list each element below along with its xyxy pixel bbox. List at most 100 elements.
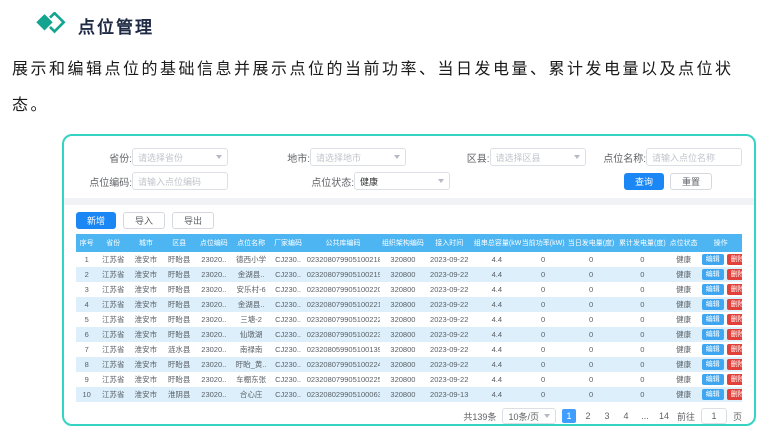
table-cell: 健康: [668, 312, 699, 327]
delete-button[interactable]: 删除: [727, 314, 742, 325]
column-header: 城市: [129, 234, 162, 252]
add-button[interactable]: 新增: [76, 212, 116, 229]
table-cell: 2023-09-22: [426, 342, 473, 357]
table-cell: 1: [76, 252, 97, 267]
table-cell: 023208079905100218: [306, 252, 381, 267]
delete-button[interactable]: 删除: [727, 374, 742, 385]
table-cell: 0: [565, 312, 616, 327]
table-cell: 盱眙县: [163, 312, 196, 327]
table-cell: 盱眙县: [163, 297, 196, 312]
column-header: 当日发电量(度): [565, 234, 616, 252]
table-cell: 0: [617, 312, 668, 327]
edit-button[interactable]: 编辑: [702, 299, 724, 310]
column-header: 操作: [699, 234, 742, 252]
table-cell: 江苏省: [97, 252, 129, 267]
table-cell: 320800: [380, 342, 425, 357]
table-cell: 023208079905100224: [306, 357, 381, 372]
table-cell: 淮安市: [129, 342, 162, 357]
table-cell: 320800: [380, 327, 425, 342]
export-button[interactable]: 导出: [172, 212, 214, 229]
table-cell: 023208079905100222: [306, 312, 381, 327]
edit-button[interactable]: 编辑: [702, 374, 724, 385]
page-ellipsis: ...: [638, 409, 652, 423]
page-size-select[interactable]: 10条/页: [502, 408, 556, 424]
table-cell: 健康: [668, 252, 699, 267]
district-select[interactable]: 请选择区县: [490, 148, 586, 166]
table-cell: 320800: [380, 312, 425, 327]
table-cell: CJ230..: [270, 282, 305, 297]
table-cell: 23020..: [196, 387, 232, 402]
table-cell: 023208029905100063: [306, 387, 381, 402]
delete-button[interactable]: 删除: [727, 344, 742, 355]
table-cell: 江苏省: [97, 312, 129, 327]
edit-button[interactable]: 编辑: [702, 389, 724, 400]
table-cell: 健康: [668, 372, 699, 387]
section-divider: [64, 198, 754, 205]
delete-button[interactable]: 删除: [727, 389, 742, 400]
table-cell: 320800: [380, 297, 425, 312]
edit-button[interactable]: 编辑: [702, 284, 724, 295]
edit-button[interactable]: 编辑: [702, 344, 724, 355]
page-number[interactable]: 14: [657, 409, 671, 423]
import-button[interactable]: 导入: [123, 212, 165, 229]
point-code-input[interactable]: 请输入点位编码: [132, 172, 228, 190]
point-status-select[interactable]: 健康: [354, 172, 450, 190]
table-cell: 0: [521, 267, 566, 282]
table-cell: 江苏省: [97, 282, 129, 297]
point-name-input[interactable]: 请输入点位名称: [646, 148, 742, 166]
table-cell: 0: [521, 282, 566, 297]
edit-button[interactable]: 编辑: [702, 269, 724, 280]
edit-button[interactable]: 编辑: [702, 329, 724, 340]
page-number[interactable]: 3: [600, 409, 614, 423]
goto-page-input[interactable]: 1: [701, 408, 727, 424]
table-cell: 4.4: [473, 342, 521, 357]
table-cell: 江苏省: [97, 357, 129, 372]
table-cell: 9: [76, 372, 97, 387]
filter-form: 省份: 请选择省份 地市: 请选择地市 区县:: [76, 148, 742, 190]
reset-button[interactable]: 重置: [670, 173, 712, 190]
delete-button[interactable]: 删除: [727, 329, 742, 340]
province-select[interactable]: 请选择省份: [132, 148, 228, 166]
table-cell: CJ230..: [270, 372, 305, 387]
table-cell: 2023-09-22: [426, 312, 473, 327]
edit-button[interactable]: 编辑: [702, 359, 724, 370]
search-button[interactable]: 查询: [624, 173, 664, 190]
edit-button[interactable]: 编辑: [702, 314, 724, 325]
actions-cell: 编辑删除: [699, 282, 742, 297]
table-cell: 江苏省: [97, 387, 129, 402]
table-cell: 0: [617, 372, 668, 387]
point-name-label: 点位名称:: [590, 150, 646, 165]
table-cell: 盱眙县: [163, 357, 196, 372]
delete-button[interactable]: 删除: [727, 284, 742, 295]
table-cell: 0: [521, 297, 566, 312]
edit-button[interactable]: 编辑: [702, 254, 724, 265]
actions-cell: 编辑删除: [699, 312, 742, 327]
table-cell: 4: [76, 297, 97, 312]
table-cell: 6: [76, 327, 97, 342]
table-cell: 10: [76, 387, 97, 402]
page-number[interactable]: 4: [619, 409, 633, 423]
table-cell: 4.4: [473, 357, 521, 372]
page-list: 1234... 14: [562, 409, 671, 423]
delete-button[interactable]: 删除: [727, 299, 742, 310]
table-cell: 2023-09-22: [426, 327, 473, 342]
delete-button[interactable]: 删除: [727, 254, 742, 265]
actions-cell: 编辑删除: [699, 252, 742, 267]
chevron-down-icon: [544, 414, 550, 418]
city-select[interactable]: 请选择地市: [310, 148, 406, 166]
page-number[interactable]: 1: [562, 409, 576, 423]
delete-button[interactable]: 删除: [727, 269, 742, 280]
table-cell: 仙墩湖: [232, 327, 271, 342]
column-header: 点位编码: [196, 234, 232, 252]
table-row: 2江苏省淮安市盱眙县23020..金湖县..CJ230..02320807990…: [76, 267, 742, 282]
delete-button[interactable]: 删除: [727, 359, 742, 370]
page-number[interactable]: 2: [581, 409, 595, 423]
column-header: 当前功率(kW): [521, 234, 566, 252]
table-cell: 南禄南: [232, 342, 271, 357]
table-cell: 盱眙县: [163, 252, 196, 267]
table-cell: 江苏省: [97, 327, 129, 342]
table-row: 1江苏省淮安市盱眙县23020..德西小学CJ230..023208079905…: [76, 252, 742, 267]
table-cell: 4.4: [473, 312, 521, 327]
table-cell: 23020..: [196, 342, 232, 357]
table-cell: 320800: [380, 357, 425, 372]
